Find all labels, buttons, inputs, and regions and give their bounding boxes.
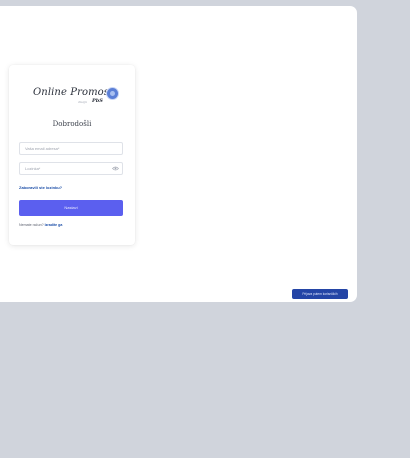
forgot-password-link[interactable]: Zaboravili ste lozinku? [19, 185, 62, 190]
welcome-heading: Dobrodošli [52, 120, 92, 128]
password-placeholder: Lozinka* [25, 166, 41, 171]
logo: Online Promos dizajn PbS [9, 87, 135, 115]
email-placeholder: Vaša email adresa* [25, 146, 60, 151]
login-card: Online Promos dizajn PbS Dobrodošli Vaša… [9, 65, 135, 245]
logo-by-text: dizajn [78, 100, 88, 104]
register-prompt: Nemate račun? Izradite ga [19, 223, 62, 227]
globe-badge-icon [107, 88, 118, 99]
password-field[interactable]: Lozinka* [19, 162, 123, 175]
email-field[interactable]: Vaša email adresa* [19, 142, 123, 155]
eye-icon[interactable] [112, 166, 119, 171]
register-prompt-text: Nemate račun? [19, 223, 44, 227]
logo-sub-brand: PbS [92, 98, 103, 104]
logo-brand-text: Online Promos [33, 87, 110, 98]
register-link[interactable]: Izradite ga [45, 223, 63, 227]
corner-login-button[interactable]: Prijava putem korisničkih [292, 289, 348, 299]
continue-button[interactable]: Nastavi [19, 200, 123, 216]
modal-window: Online Promos dizajn PbS Dobrodošli Vaša… [0, 6, 357, 302]
